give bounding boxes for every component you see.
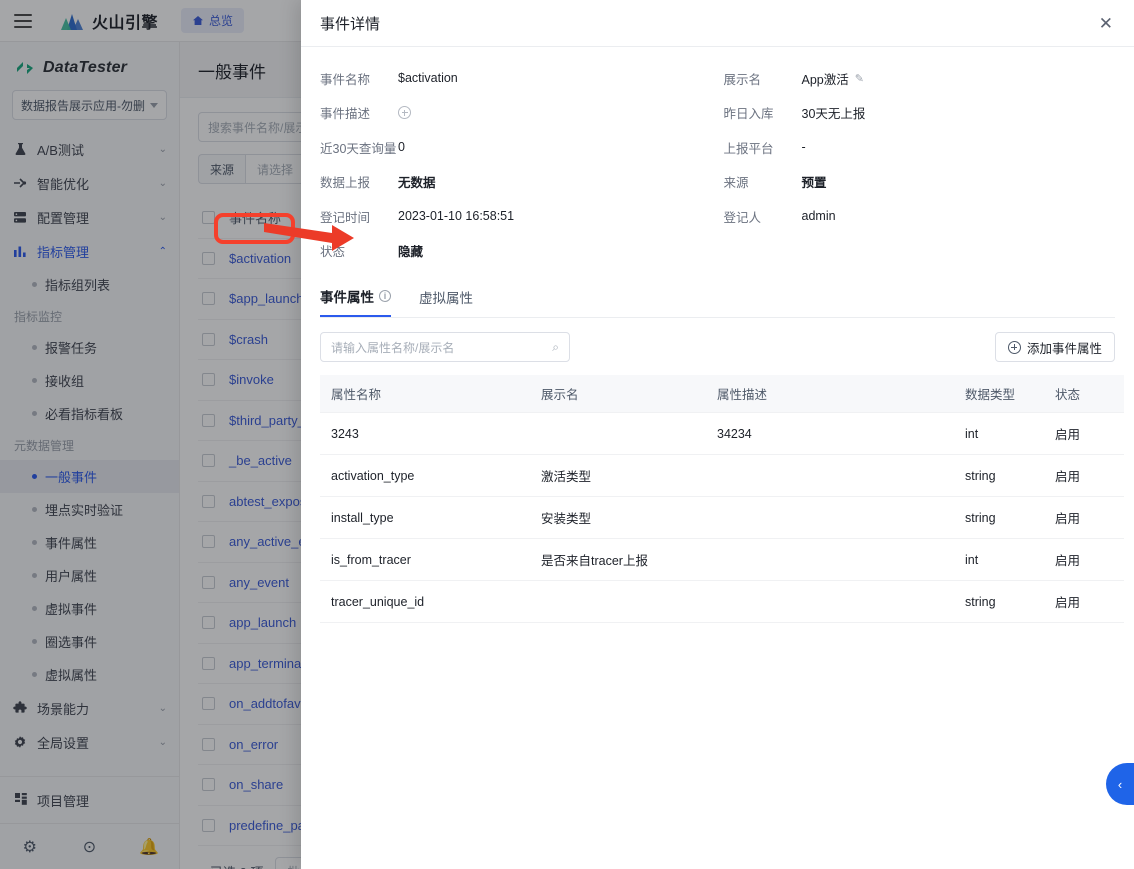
detail-label: 来源 (723, 176, 749, 191)
property-table-body: 3243 34234 int 启用 activation_type 激活类型 string 启… (320, 412, 1124, 623)
detail-label: 登记时间 (320, 210, 371, 225)
detail-row-data-report: 数据上报 无数据 (320, 165, 718, 200)
add-event-property-label: 添加事件属性 (1026, 341, 1102, 356)
property-data-type: string (954, 580, 1044, 623)
plus-circle-icon (1007, 340, 1021, 354)
detail-row-yesterday-storage: 昨日入库 30天无上报 (724, 96, 1116, 131)
column-display-name: 展示名 (530, 375, 706, 413)
column-property-desc: 属性描述 (706, 375, 954, 413)
tab-virtual-properties[interactable]: 虚拟属性 (419, 278, 473, 317)
property-display-name: 是否来自tracer上报 (530, 538, 706, 581)
chevron-left-icon: ‹ (1117, 776, 1123, 792)
detail-label: 事件名称 (320, 72, 371, 87)
detail-row-event-desc: 事件描述 (320, 96, 718, 131)
property-display-name (530, 412, 706, 455)
property-table: 属性名称 展示名 属性描述 数据类型 状态 3243 34234 int 启用 acti… (320, 375, 1124, 623)
detail-value: 30天无上报 (801, 107, 866, 122)
property-name: tracer_unique_id (320, 580, 530, 623)
table-row[interactable]: tracer_unique_id string 启用 (320, 580, 1124, 623)
table-row[interactable]: is_from_tracer 是否来自tracer上报 int 启用 (320, 538, 1124, 581)
tab-label: 事件属性 (320, 290, 374, 305)
property-status: 启用 (1044, 538, 1124, 581)
property-toolbar: 请输入属性名称/展示名 ⌕ 添加事件属性 (320, 332, 1115, 362)
property-name: 3243 (320, 412, 530, 455)
property-name: is_from_tracer (320, 538, 530, 581)
property-desc (706, 580, 954, 623)
detail-label: 数据上报 (320, 176, 371, 191)
detail-value: 0 (398, 140, 405, 155)
detail-value: 隐藏 (398, 245, 424, 260)
property-status: 启用 (1044, 496, 1124, 539)
detail-value: 无数据 (398, 176, 436, 191)
detail-value: - (801, 140, 806, 155)
detail-row-source: 来源 预置 (724, 165, 1116, 200)
plus-circle-icon[interactable] (398, 106, 411, 120)
detail-label: 登记人 (723, 210, 762, 225)
detail-label: 昨日入库 (723, 107, 774, 122)
column-data-type: 数据类型 (954, 375, 1044, 413)
detail-column-left: 事件名称 $activation 事件描述 近30天查询量 0 数据上报 无数据 (320, 61, 718, 268)
property-status: 启用 (1044, 580, 1124, 623)
table-row[interactable]: activation_type 激活类型 string 启用 (320, 454, 1124, 497)
pencil-icon[interactable]: ✎ (855, 72, 864, 85)
property-display-name: 安装类型 (530, 496, 706, 539)
modal-header: 事件详情 ✕ (301, 0, 1134, 47)
property-table-header: 属性名称 展示名 属性描述 数据类型 状态 (320, 375, 1124, 413)
property-data-type: string (954, 454, 1044, 497)
property-desc (706, 454, 954, 497)
table-row[interactable]: install_type 安装类型 string 启用 (320, 496, 1124, 539)
column-status: 状态 (1044, 375, 1124, 413)
detail-row-report-platform: 上报平台 - (724, 130, 1116, 165)
detail-value: $activation (398, 71, 458, 86)
property-search-input[interactable]: 请输入属性名称/展示名 ⌕ (320, 332, 570, 362)
detail-column-right: 展示名 App激活 ✎ 昨日入库 30天无上报 上报平台 - 来源 预置 登记人… (718, 61, 1116, 268)
property-display-name (530, 580, 706, 623)
property-name: install_type (320, 496, 530, 539)
property-data-type: int (954, 538, 1044, 581)
property-desc (706, 496, 954, 539)
close-icon[interactable]: ✕ (1097, 12, 1115, 35)
modal-title: 事件详情 (320, 15, 381, 33)
detail-value: 2023-01-10 16:58:51 (398, 209, 515, 224)
detail-row-register-time: 登记时间 2023-01-10 16:58:51 (320, 199, 718, 234)
detail-row-status: 状态 隐藏 (320, 234, 718, 269)
detail-value: 预置 (801, 176, 827, 191)
detail-label: 展示名 (723, 72, 762, 87)
detail-row-display-name: 展示名 App激活 ✎ (724, 61, 1116, 96)
detail-label: 状态 (320, 245, 346, 260)
property-status: 启用 (1044, 454, 1124, 497)
event-detail-modal: 事件详情 ✕ 事件名称 $activation 事件描述 近30天查询量 0 数… (301, 0, 1134, 869)
add-event-property-button[interactable]: 添加事件属性 (994, 332, 1115, 362)
property-name: activation_type (320, 454, 530, 497)
property-data-type: int (954, 412, 1044, 455)
detail-value: admin (801, 209, 836, 224)
column-property-name: 属性名称 (320, 375, 530, 413)
table-row[interactable]: 3243 34234 int 启用 (320, 412, 1124, 455)
detail-row-query-volume: 近30天查询量 0 (320, 130, 718, 165)
property-status: 启用 (1044, 412, 1124, 455)
tab-event-properties[interactable]: 事件属性 i (320, 278, 391, 317)
property-desc: 34234 (706, 412, 954, 455)
detail-row-registrant: 登记人 admin (724, 199, 1116, 234)
detail-label: 近30天查询量 (320, 141, 397, 156)
property-display-name: 激活类型 (530, 454, 706, 497)
modal-tabs: 事件属性 i 虚拟属性 (320, 278, 1115, 318)
detail-label: 事件描述 (320, 107, 371, 122)
property-search-placeholder: 请输入属性名称/展示名 (331, 340, 455, 355)
event-detail-grid: 事件名称 $activation 事件描述 近30天查询量 0 数据上报 无数据 (320, 61, 1115, 268)
tab-label: 虚拟属性 (419, 291, 473, 306)
property-desc (706, 538, 954, 581)
detail-value: App激活 (801, 72, 849, 87)
search-icon[interactable]: ⌕ (552, 340, 559, 355)
modal-body: 事件名称 $activation 事件描述 近30天查询量 0 数据上报 无数据 (301, 47, 1134, 869)
info-icon[interactable]: i (379, 290, 391, 302)
property-data-type: string (954, 496, 1044, 539)
detail-label: 上报平台 (723, 141, 774, 156)
detail-row-event-name: 事件名称 $activation (320, 61, 718, 96)
